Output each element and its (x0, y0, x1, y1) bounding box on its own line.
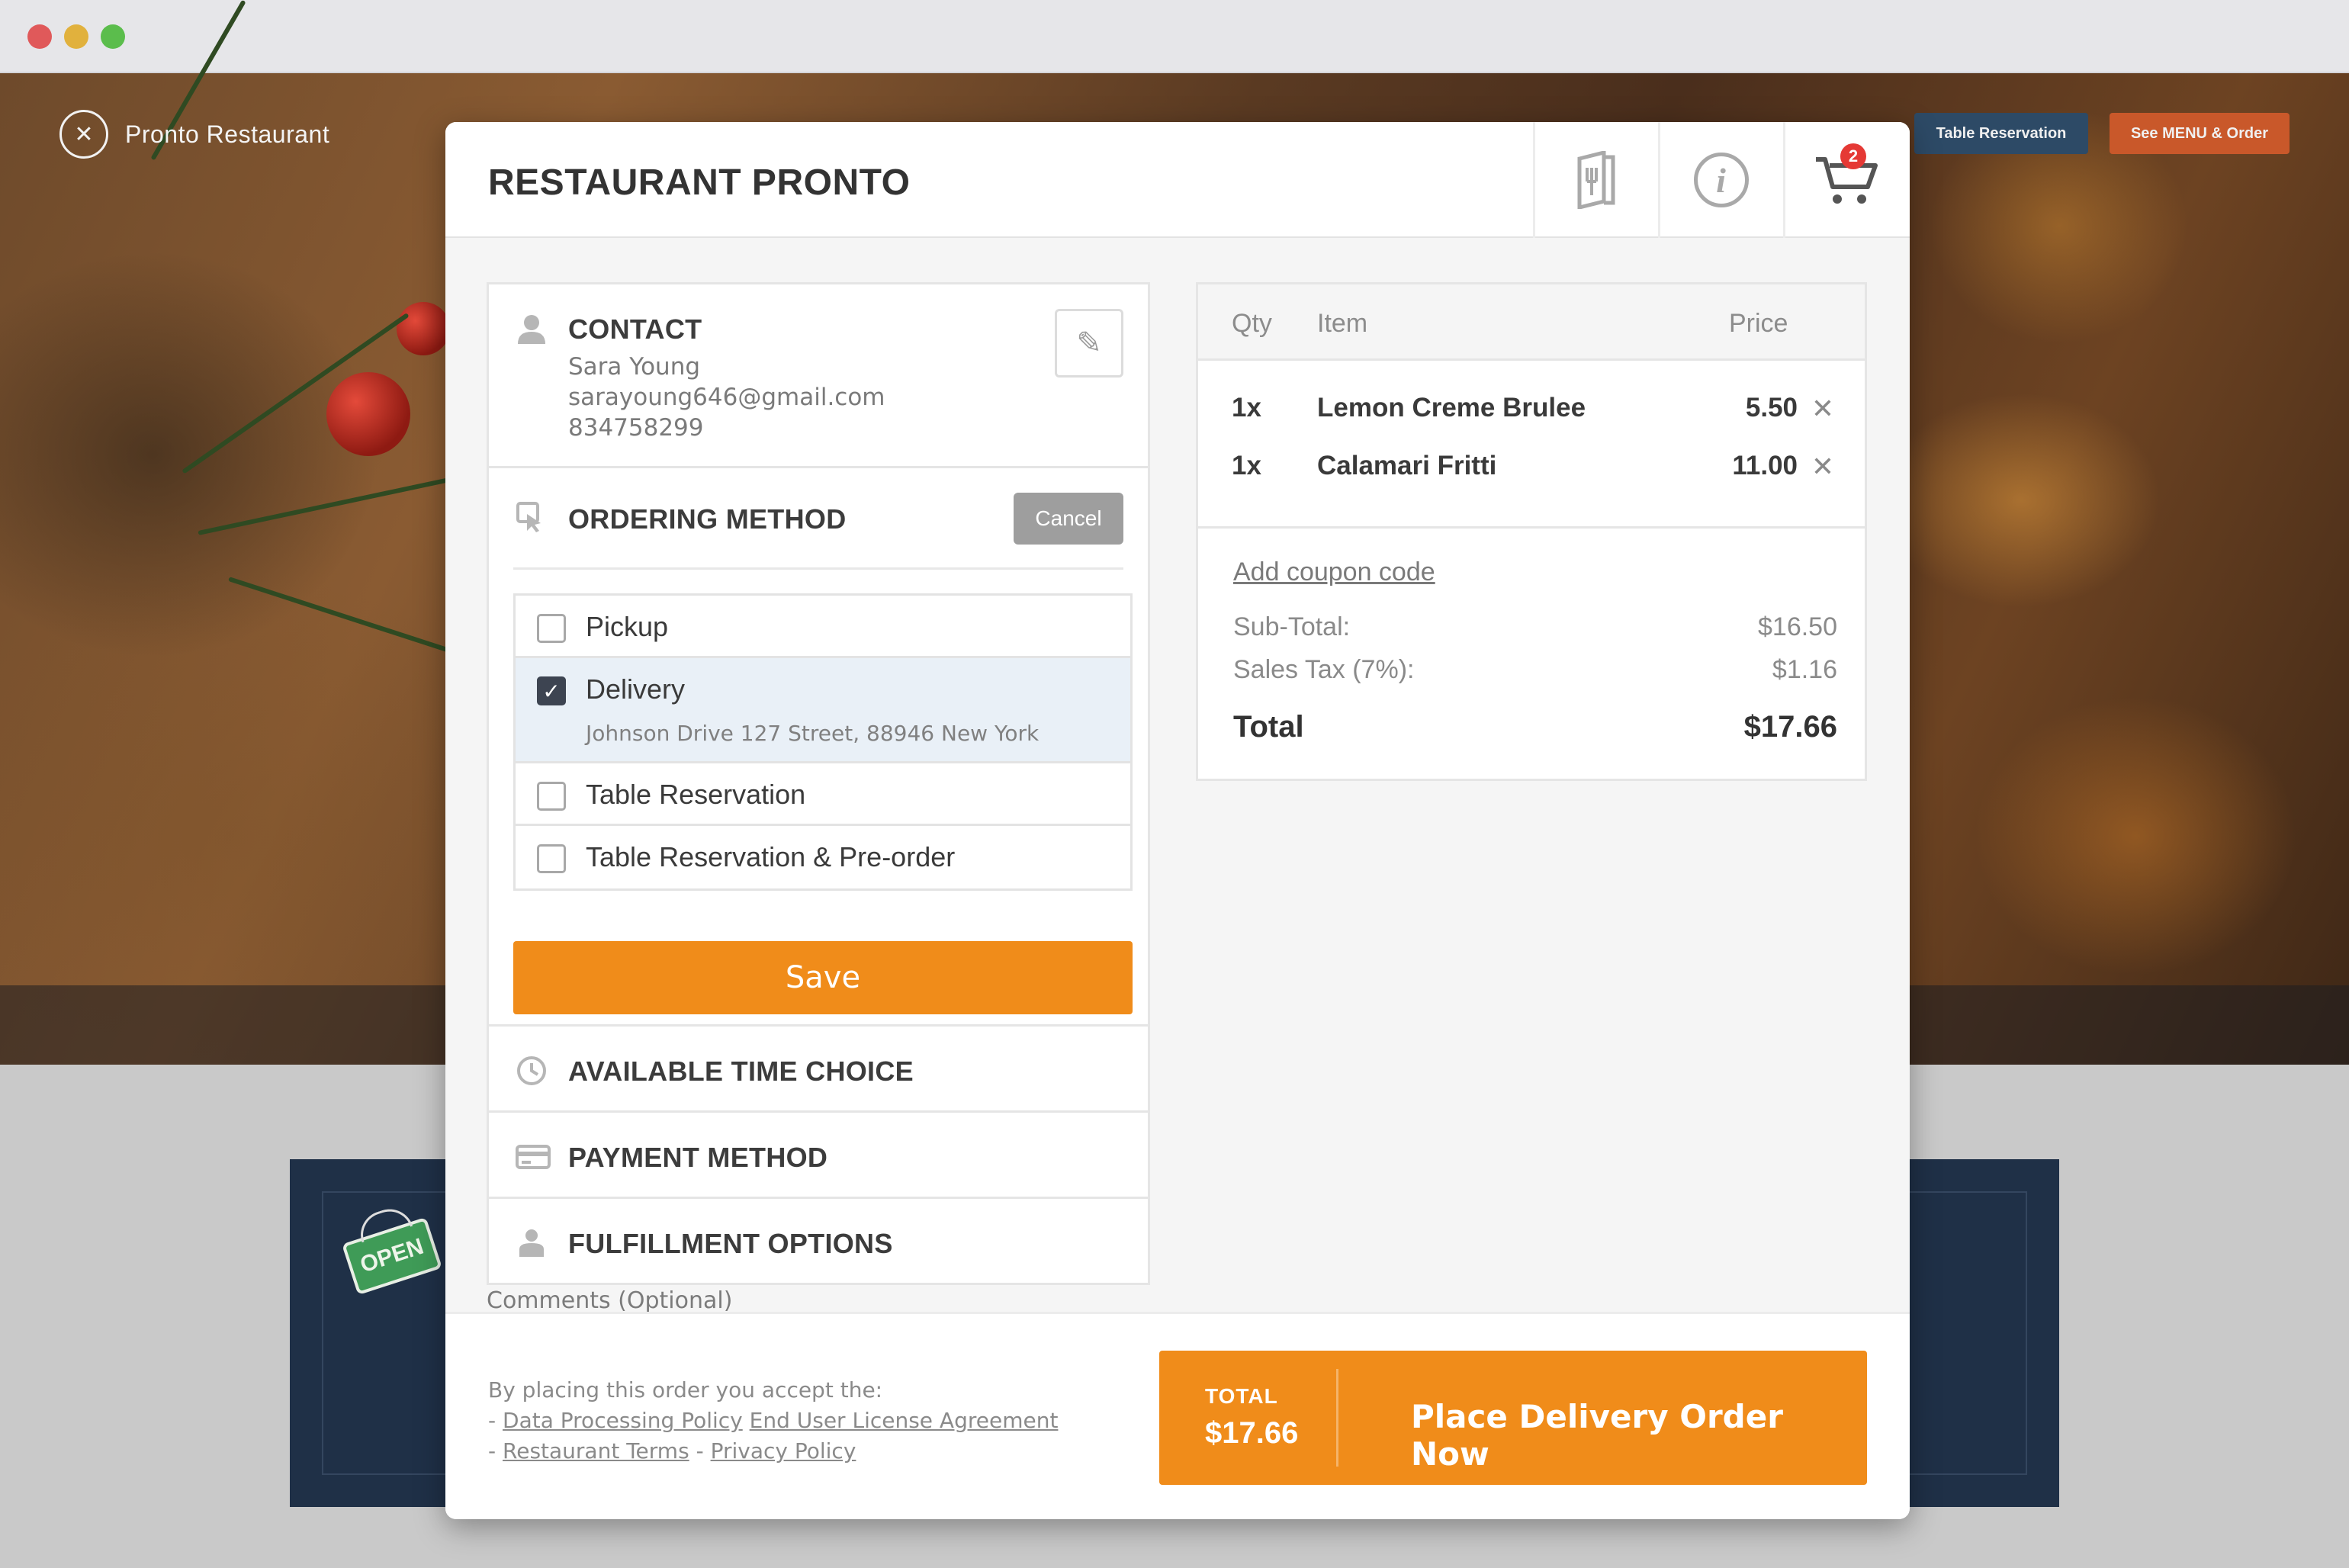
edit-contact-button[interactable]: ✎ (1055, 309, 1123, 378)
summary-header: Qty Item Price (1198, 284, 1865, 361)
subtotal-label: Sub-Total: (1233, 612, 1351, 641)
item-qty: 1x (1232, 451, 1261, 480)
place-total-value: $17.66 (1205, 1416, 1299, 1450)
herb-decoration (198, 474, 468, 535)
menu-tab[interactable] (1533, 122, 1657, 238)
total-value: $17.66 (1743, 710, 1837, 744)
checkout-steps: CONTACT Sara Young sarayoung646@gmail.co… (487, 282, 1150, 1285)
table-reservation-button[interactable]: Table Reservation (1914, 113, 2088, 154)
price-header: Price (1729, 309, 1788, 338)
cart-item-row: 1x Calamari Fritti 11.00 ✕ (1198, 451, 1865, 496)
item-name: Lemon Creme Brulee (1317, 393, 1586, 423)
remove-item-icon[interactable]: ✕ (1811, 393, 1834, 425)
remove-item-icon[interactable]: ✕ (1811, 451, 1834, 483)
delivery-address: Johnson Drive 127 Street, 88946 New York (586, 721, 1040, 746)
eula-link[interactable]: End User License Agreement (750, 1408, 1059, 1433)
privacy-policy-link[interactable]: Privacy Policy (711, 1438, 856, 1464)
user-icon (518, 315, 545, 344)
menu-book-icon (1577, 151, 1615, 209)
ordering-method-title: ORDERING METHOD (568, 503, 847, 535)
clock-icon (517, 1056, 546, 1085)
cart-item-row: 1x Lemon Creme Brulee 5.50 ✕ (1198, 393, 1865, 439)
see-menu-order-button[interactable]: See MENU & Order (2110, 113, 2290, 154)
place-total-label: TOTAL (1205, 1384, 1278, 1408)
contact-email: sarayoung646@gmail.com (568, 384, 885, 411)
contact-name: Sara Young (568, 353, 701, 381)
credit-card-icon (516, 1145, 551, 1169)
window-minimize-button[interactable] (64, 24, 88, 49)
cart-count-badge: 2 (1840, 143, 1866, 169)
delivery-checkbox[interactable]: ✓ (537, 676, 566, 705)
modal-footer: By placing this order you accept the: - … (445, 1312, 1910, 1519)
browser-chrome (0, 0, 2349, 73)
payment-method-title: PAYMENT METHOD (568, 1142, 828, 1173)
option-pickup[interactable]: Pickup (516, 596, 1130, 658)
ordering-options: Pickup ✓ Delivery Johnson Drive 127 Stre… (513, 593, 1133, 891)
brand[interactable]: ✕ Pronto Restaurant (59, 110, 329, 159)
option-table-reservation-preorder[interactable]: Table Reservation & Pre-order (516, 826, 1130, 888)
option-label: Table Reservation (586, 779, 806, 810)
qty-header: Qty (1232, 309, 1272, 338)
payment-method-section[interactable]: PAYMENT METHOD (487, 1113, 1150, 1199)
save-button[interactable]: Save (513, 941, 1133, 1014)
window-close-button[interactable] (27, 24, 52, 49)
place-order-button[interactable]: TOTAL $17.66 Place Delivery Order Now (1159, 1351, 1867, 1485)
item-header: Item (1317, 309, 1368, 338)
brand-logo-icon: ✕ (59, 110, 108, 159)
contact-phone: 834758299 (568, 414, 704, 442)
contact-title: CONTACT (568, 313, 702, 345)
cart-items: 1x Lemon Creme Brulee 5.50 ✕ 1x Calamari… (1198, 361, 1865, 529)
tomato-decoration (326, 372, 410, 456)
tax-label: Sales Tax (7%): (1233, 655, 1415, 684)
button-separator (1336, 1369, 1338, 1467)
fulfillment-options-section[interactable]: FULFILLMENT OPTIONS (487, 1199, 1150, 1285)
option-table-reservation[interactable]: Table Reservation (516, 763, 1130, 826)
info-icon: i (1693, 153, 1749, 207)
pencil-icon: ✎ (1076, 326, 1102, 360)
data-processing-policy-link[interactable]: Data Processing Policy (503, 1408, 743, 1433)
item-price: 5.50 (1745, 393, 1798, 423)
option-label: Table Reservation & Pre-order (586, 841, 956, 872)
cancel-button[interactable]: Cancel (1014, 493, 1123, 545)
info-tab[interactable]: i (1658, 122, 1782, 238)
ordering-method-section: ORDERING METHOD Cancel Pickup ✓ Delivery… (487, 468, 1150, 1027)
table-reservation-preorder-checkbox[interactable] (537, 844, 566, 873)
modal-title: RESTAURANT PRONTO (488, 162, 911, 203)
available-time-title: AVAILABLE TIME CHOICE (568, 1056, 914, 1087)
tax-value: $1.16 (1772, 655, 1837, 684)
restaurant-terms-link[interactable]: Restaurant Terms (503, 1438, 689, 1464)
legal-links-line-2: - Restaurant Terms - Privacy Policy (488, 1438, 856, 1464)
option-delivery[interactable]: ✓ Delivery Johnson Drive 127 Street, 889… (516, 658, 1130, 763)
fulfillment-icon (519, 1229, 544, 1257)
tomato-decoration (397, 302, 450, 355)
modal-header: RESTAURANT PRONTO i 2 (445, 122, 1910, 238)
pickup-checkbox[interactable] (537, 614, 566, 643)
table-reservation-checkbox[interactable] (537, 782, 566, 811)
option-label: Delivery (586, 673, 686, 705)
window-maximize-button[interactable] (101, 24, 125, 49)
ordering-method-icon (516, 502, 541, 532)
cart-tab[interactable]: 2 (1783, 122, 1907, 238)
option-label: Pickup (586, 611, 669, 642)
checkout-modal: RESTAURANT PRONTO i 2 CONTACT Sara Young… (445, 122, 1910, 1519)
item-price: 11.00 (1732, 451, 1798, 480)
divider (513, 567, 1123, 570)
order-summary: Qty Item Price 1x Lemon Creme Brulee 5.5… (1196, 282, 1867, 781)
legal-notice: By placing this order you accept the: - … (488, 1375, 1058, 1467)
comments-label: Comments (Optional) (487, 1287, 733, 1314)
item-qty: 1x (1232, 393, 1261, 423)
legal-links-line-1: - Data Processing Policy End User Licens… (488, 1408, 1059, 1433)
legal-intro: By placing this order you accept the: (488, 1377, 883, 1403)
place-order-label: Place Delivery Order Now (1411, 1398, 1783, 1473)
subtotal-value: $16.50 (1758, 612, 1837, 641)
add-coupon-link[interactable]: Add coupon code (1233, 557, 1435, 587)
item-name: Calamari Fritti (1317, 451, 1497, 480)
brand-name: Pronto Restaurant (125, 120, 330, 148)
fulfillment-options-title: FULFILLMENT OPTIONS (568, 1228, 893, 1259)
order-totals: Add coupon code Sub-Total: $16.50 Sales … (1198, 529, 1865, 779)
available-time-section[interactable]: AVAILABLE TIME CHOICE (487, 1027, 1150, 1113)
contact-section: CONTACT Sara Young sarayoung646@gmail.co… (487, 282, 1150, 468)
total-label: Total (1233, 710, 1304, 744)
